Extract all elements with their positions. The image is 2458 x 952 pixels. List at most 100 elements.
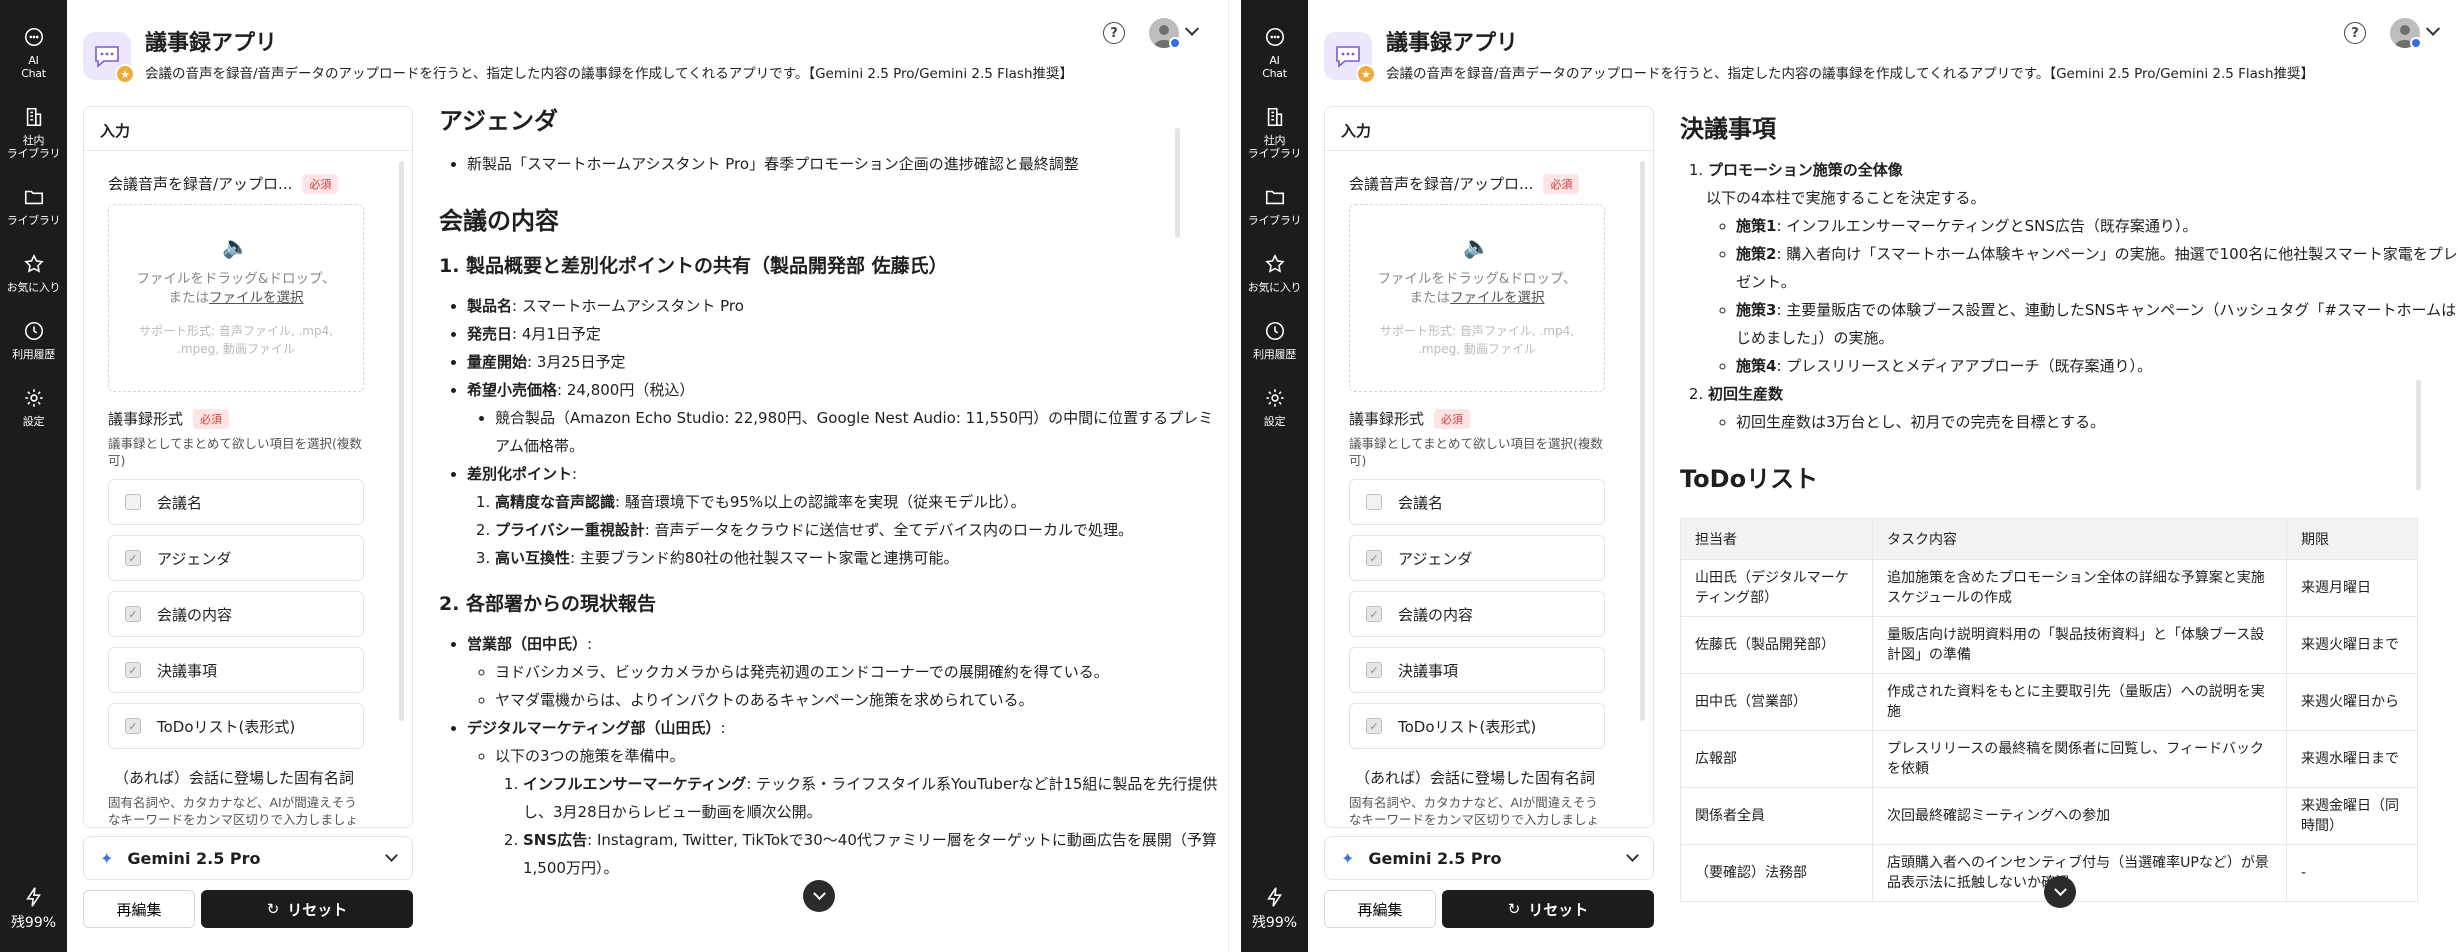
rail-item-ai-chat[interactable]: AI Chat xyxy=(4,26,64,80)
rail-item-history[interactable]: 利用履歴 xyxy=(4,320,64,361)
rail-item-internal-library[interactable]: 社内 ライブラリ xyxy=(1245,106,1305,160)
value: : 購入者向け「スマートホーム体験キャンペーン」の実施。抽選で100名に他社製ス… xyxy=(1736,245,2458,291)
list-item: ヤマダ電機からは、よりインパクトのあるキャンペーン施策を求められている。 xyxy=(495,686,1217,714)
rail-item-favorites[interactable]: お気に入り xyxy=(4,253,64,294)
help-icon[interactable]: ? xyxy=(1103,22,1125,44)
checkbox[interactable] xyxy=(1366,494,1382,510)
option-content[interactable]: ✓ 会議の内容 xyxy=(1349,591,1605,637)
option-decisions[interactable]: ✓ 決議事項 xyxy=(108,647,364,693)
star-badge-icon: ★ xyxy=(1356,64,1376,84)
list-item: ヨドバシカメラ、ビックカメラからは発売初週のエンドコーナーでの展開確約を得ている… xyxy=(495,658,1217,686)
product-list: 製品名: スマートホームアシスタント Pro 発売日: 4月1日予定 量産開始:… xyxy=(439,292,1217,572)
app-title: 議事録アプリ xyxy=(145,31,278,56)
app-logo: ★ xyxy=(83,32,135,84)
chevron-down-icon[interactable] xyxy=(2425,21,2441,36)
todo-table: 担当者 タスク内容 期限 山田氏（デジタルマーケティング部） 追加施策を含めたプロ… xyxy=(1680,518,2418,902)
reset-button[interactable]: ↻ リセット xyxy=(1442,890,1654,928)
scrollbar[interactable] xyxy=(1175,128,1180,238)
model-select[interactable]: ✦ Gemini 2.5 Pro xyxy=(83,836,413,880)
checkbox-checked[interactable]: ✓ xyxy=(1366,550,1382,566)
nested-list: ヨドバシカメラ、ビックカメラからは発売初週のエンドコーナーでの展開確約を得ている… xyxy=(467,658,1217,714)
term: 差別化ポイント xyxy=(467,465,573,483)
rail-label: 利用履歴 xyxy=(12,348,55,361)
checkbox-checked[interactable]: ✓ xyxy=(125,718,141,734)
table-cell: 量販店向け説明資料用の「製品技術資料」と「体験ブース設計図」の準備 xyxy=(1872,616,2287,674)
option-agenda[interactable]: ✓ アジェンダ xyxy=(1349,535,1605,581)
reset-button[interactable]: ↻ リセット xyxy=(201,890,413,928)
section-1-heading: 1. 製品概要と差別化ポイントの共有（製品開発部 佐藤氏） xyxy=(439,255,948,277)
checkbox-checked[interactable]: ✓ xyxy=(1366,718,1382,734)
file-dropzone[interactable]: 🔈 ファイルをドラッグ&ドロップ、 またはファイルを選択 サポート形式: 音声フ… xyxy=(108,204,364,392)
value: : スマートホームアシスタント Pro xyxy=(512,297,744,315)
option-todo[interactable]: ✓ ToDoリスト(表形式) xyxy=(1349,703,1605,749)
term: 施策4 xyxy=(1736,357,1777,375)
list-item: 施策3: 主要量販店での体験ブース設置と、連動したSNSキャンペーン（ハッシュタ… xyxy=(1736,296,2458,352)
list-item: 新製品「スマートホームアシスタント Pro」春季プロモーション企画の進捗確認と最… xyxy=(467,150,1217,178)
supported-formats: サポート形式: 音声ファイル, .mp4, .mpeg, 動画ファイル xyxy=(1379,324,1575,356)
list-item: SNS広告: Instagram, Twitter, TikTokで30〜40代… xyxy=(523,826,1217,882)
nested-list: 施策1: インフルエンサーマーケティングとSNS広告（既存案通り）。 施策2: … xyxy=(1708,212,2458,380)
rail-item-ai-chat[interactable]: AI Chat xyxy=(1245,26,1305,80)
value: : プレスリリースとメディアアプローチ（既存案通り）。 xyxy=(1776,357,2152,375)
option-meeting-name[interactable]: 会議名 xyxy=(1349,479,1605,525)
model-name: Gemini 2.5 Pro xyxy=(127,848,261,868)
option-label: 会議の内容 xyxy=(157,605,233,624)
re-edit-button[interactable]: 再編集 xyxy=(1324,890,1436,928)
rail-item-library[interactable]: ライブラリ xyxy=(1245,186,1305,227)
chat-icon xyxy=(1265,27,1284,47)
table-cell: 来週火曜日まで xyxy=(2286,616,2418,674)
option-label: 決議事項 xyxy=(157,661,218,680)
file-select-link[interactable]: ファイルを選択 xyxy=(1450,290,1545,306)
option-meeting-name[interactable]: 会議名 xyxy=(108,479,364,525)
table-cell: 来週水曜日まで xyxy=(2286,730,2418,788)
list-item: プロモーション施策の全体像 以下の4本柱で実施することを決定する。 施策1: イ… xyxy=(1706,156,2458,380)
rail-item-favorites[interactable]: お気に入り xyxy=(1245,253,1305,294)
pane-divider xyxy=(1217,0,1241,952)
rail-item-library[interactable]: ライブラリ xyxy=(4,186,64,227)
rail-item-settings[interactable]: 設定 xyxy=(1245,387,1305,428)
list-item: 施策4: プレスリリースとメディアアプローチ（既存案通り）。 xyxy=(1736,352,2458,380)
required-badge: 必須 xyxy=(1434,408,1471,429)
required-badge: 必須 xyxy=(1543,173,1580,194)
checkbox-checked[interactable]: ✓ xyxy=(1366,662,1382,678)
rail-label: お気に入り xyxy=(6,281,61,294)
file-select-link[interactable]: ファイルを選択 xyxy=(209,290,304,306)
rail-item-history[interactable]: 利用履歴 xyxy=(1245,320,1305,361)
checkbox[interactable] xyxy=(125,494,141,510)
user-menu[interactable] xyxy=(2390,18,2422,49)
option-decisions[interactable]: ✓ 決議事項 xyxy=(1349,647,1605,693)
term: SNS広告 xyxy=(523,831,588,849)
chevron-down-icon[interactable] xyxy=(1184,21,1200,36)
speaker-icon: 🔈 xyxy=(222,235,250,260)
drop-prefix: または xyxy=(1409,290,1451,306)
table-row: 佐藤氏（製品開発部） 量販店向け説明資料用の「製品技術資料」と「体験ブース設計図」… xyxy=(1680,616,2418,674)
option-agenda[interactable]: ✓ アジェンダ xyxy=(108,535,364,581)
rail-item-internal-library[interactable]: 社内 ライブラリ xyxy=(4,106,64,160)
model-select[interactable]: ✦ Gemini 2.5 Pro xyxy=(1324,836,1654,880)
checkbox-checked[interactable]: ✓ xyxy=(125,550,141,566)
model-name: Gemini 2.5 Pro xyxy=(1368,848,1502,868)
chevron-down-icon xyxy=(1626,849,1639,862)
checkbox-checked[interactable]: ✓ xyxy=(1366,606,1382,622)
input-heading: 入力 xyxy=(84,107,412,151)
checkbox-checked[interactable]: ✓ xyxy=(125,606,141,622)
scrollbar[interactable] xyxy=(1640,161,1645,721)
audio-field-label: 会議音声を録音/アップロ... 必須 xyxy=(1349,173,1637,194)
scrollbar[interactable] xyxy=(399,161,404,721)
re-edit-button[interactable]: 再編集 xyxy=(83,890,195,928)
scroll-down-button[interactable] xyxy=(803,880,835,912)
option-todo[interactable]: ✓ ToDoリスト(表形式) xyxy=(108,703,364,749)
term: 高い互換性 xyxy=(495,549,571,567)
rail-label: 設定 xyxy=(1263,415,1286,428)
user-menu[interactable] xyxy=(1149,18,1181,49)
option-content[interactable]: ✓ 会議の内容 xyxy=(108,591,364,637)
file-dropzone[interactable]: 🔈 ファイルをドラッグ&ドロップ、 またはファイルを選択 サポート形式: 音声フ… xyxy=(1349,204,1605,392)
rail-item-settings[interactable]: 設定 xyxy=(4,387,64,428)
pane-right: AI Chat 社内 ライブラリ ライブラリ お気に入り 利用履歴 設定 残99… xyxy=(1241,0,2458,952)
list-item: 希望小売価格: 24,800円（税込） 競合製品（Amazon Echo Stu… xyxy=(467,376,1217,460)
scrollbar[interactable] xyxy=(2416,380,2421,490)
help-icon[interactable]: ? xyxy=(2344,22,2366,44)
value: : 3月25日予定 xyxy=(527,353,626,371)
checkbox-checked[interactable]: ✓ xyxy=(125,662,141,678)
scroll-down-button[interactable] xyxy=(2044,876,2076,908)
